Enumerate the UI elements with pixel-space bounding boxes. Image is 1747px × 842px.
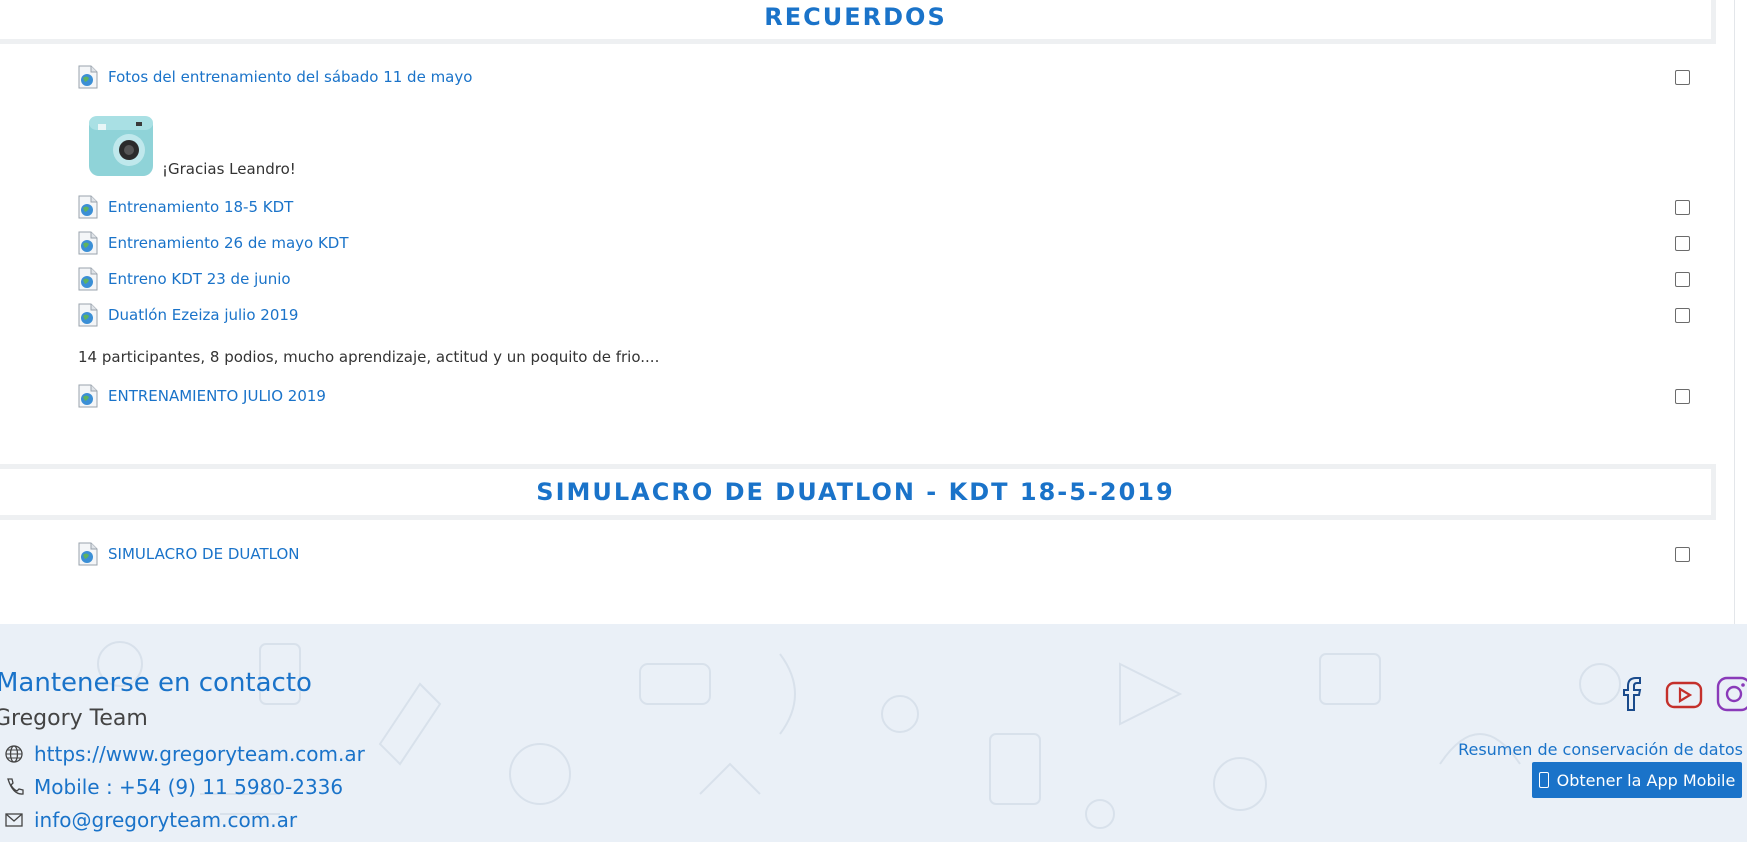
facebook-icon[interactable] [1612, 674, 1652, 714]
activity-row[interactable]: Duatlón Ezeiza julio 2019 [78, 300, 1690, 330]
mail-icon [5, 813, 23, 827]
url-resource-icon [78, 303, 98, 327]
phone-link[interactable]: Mobile : +54 (9) 11 5980-2336 [34, 775, 343, 799]
url-resource-icon [78, 542, 98, 566]
activity-row[interactable]: Entrenamiento 26 de mayo KDT [78, 228, 1690, 258]
social-links [1612, 674, 1747, 714]
completion-checkbox[interactable] [1675, 308, 1690, 323]
section-title: RECUERDOS [764, 2, 947, 31]
url-resource-icon [78, 195, 98, 219]
globe-icon [5, 745, 23, 763]
activity-row[interactable]: SIMULACRO DE DUATLON [78, 539, 1690, 569]
url-resource-icon [78, 65, 98, 89]
course-content: RECUERDOS Fotos del entrenamiento del sá… [0, 0, 1735, 624]
instagram-icon[interactable] [1714, 674, 1747, 714]
completion-checkbox[interactable] [1675, 389, 1690, 404]
completion-checkbox[interactable] [1675, 200, 1690, 215]
url-resource-icon [78, 267, 98, 291]
activity-link[interactable]: Fotos del entrenamiento del sábado 11 de… [108, 68, 472, 86]
phone-line[interactable]: Mobile : +54 (9) 11 5980-2336 [4, 775, 343, 799]
data-retention-link[interactable]: Resumen de conservación de datos [1458, 740, 1743, 759]
website-line[interactable]: https://www.gregoryteam.com.ar [4, 742, 365, 766]
app-button-label: Obtener la App Mobile [1556, 770, 1736, 790]
completion-checkbox[interactable] [1675, 70, 1690, 85]
mobile-phone-icon [1538, 772, 1549, 788]
get-mobile-app-button[interactable]: Obtener la App Mobile [1532, 762, 1742, 798]
activity-row[interactable]: Entreno KDT 23 de junio [78, 264, 1690, 294]
contact-title: Mantenerse en contacto [0, 668, 312, 698]
email-link[interactable]: info@gregoryteam.com.ar [34, 808, 297, 832]
activity-link[interactable]: ENTRENAMIENTO JULIO 2019 [108, 387, 326, 405]
completion-checkbox[interactable] [1675, 272, 1690, 287]
activity-row[interactable]: Fotos del entrenamiento del sábado 11 de… [78, 62, 1690, 92]
section-header-simulacro: SIMULACRO DE DUATLON - KDT 18-5-2019 [0, 464, 1716, 520]
footer: Mantenerse en contacto Gregory Team http… [0, 624, 1747, 842]
activity-link[interactable]: Entreno KDT 23 de junio [108, 270, 291, 288]
activity-link[interactable]: Entrenamiento 18-5 KDT [108, 198, 293, 216]
gracias-label: ¡Gracias Leandro! [162, 160, 296, 178]
page: RECUERDOS Fotos del entrenamiento del sá… [0, 0, 1747, 842]
youtube-icon[interactable] [1664, 674, 1704, 714]
organization-name: Gregory Team [0, 706, 148, 731]
completion-checkbox[interactable] [1675, 547, 1690, 562]
url-resource-icon [78, 384, 98, 408]
completion-checkbox[interactable] [1675, 236, 1690, 251]
activity-link[interactable]: Entrenamiento 26 de mayo KDT [108, 234, 349, 252]
website-link[interactable]: https://www.gregoryteam.com.ar [34, 742, 365, 766]
activity-row[interactable]: ENTRENAMIENTO JULIO 2019 [78, 381, 1690, 411]
email-line[interactable]: info@gregoryteam.com.ar [4, 808, 297, 832]
url-resource-icon [78, 231, 98, 255]
section-header-recuerdos: RECUERDOS [0, 0, 1716, 44]
instant-camera-image [89, 116, 153, 176]
participantes-label: 14 participantes, 8 podios, mucho aprend… [78, 348, 660, 366]
phone-icon [7, 778, 24, 795]
activity-link[interactable]: SIMULACRO DE DUATLON [108, 545, 299, 563]
activity-link[interactable]: Duatlón Ezeiza julio 2019 [108, 306, 298, 324]
section-title: SIMULACRO DE DUATLON - KDT 18-5-2019 [536, 478, 1175, 506]
activity-row[interactable]: Entrenamiento 18-5 KDT [78, 192, 1690, 222]
